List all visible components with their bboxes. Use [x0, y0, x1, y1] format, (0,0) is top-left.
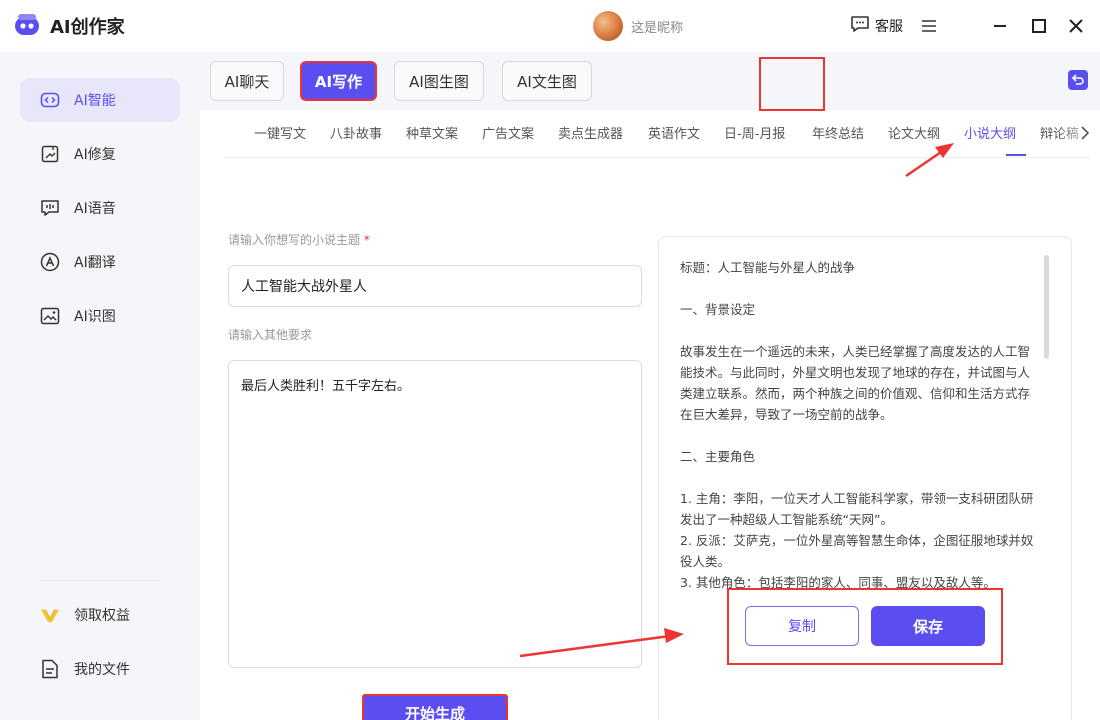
tab-ai-writing[interactable]: AI写作	[300, 61, 377, 101]
sidebar-item-ai-repair[interactable]: AI修复	[20, 132, 180, 176]
chat-bubble-icon	[850, 15, 870, 37]
vip-icon	[40, 605, 60, 625]
avatar[interactable]	[593, 11, 623, 41]
sidebar-item-label: AI修复	[74, 147, 116, 163]
image-repair-icon	[40, 144, 60, 164]
title-bar: AI创作家 这是昵称 客服	[0, 0, 1100, 52]
customer-service-button[interactable]: 客服	[850, 15, 903, 37]
customer-service-label: 客服	[875, 19, 903, 35]
sidebar-item-ai-translate[interactable]: AI翻译	[20, 240, 180, 284]
required-mark: *	[363, 233, 370, 247]
back-icon[interactable]	[1068, 70, 1088, 90]
sidebar-item-my-files[interactable]: 我的文件	[20, 647, 180, 691]
user-nickname[interactable]: 这是昵称	[631, 17, 683, 36]
topic-label-text: 请输入你想写的小说主题	[228, 233, 361, 247]
tab-ai-text-to-image[interactable]: AI文生图	[502, 61, 592, 101]
sidebar-divider	[40, 580, 160, 581]
sidebar-item-ai-voice[interactable]: AI语音	[20, 186, 180, 230]
sidebar-item-label: AI翻译	[74, 255, 116, 271]
result-list-item: 1. 主角：李阳，一位天才人工智能科学家，带领一支科研团队研发出了一种超级人工智…	[680, 491, 1034, 527]
sidebar-item-ai-smart[interactable]: AI智能	[20, 78, 180, 122]
voice-icon	[40, 198, 60, 218]
requirements-textarea[interactable]: 最后人类胜利！五千字左右。	[228, 360, 642, 668]
sidebar-item-ai-recognize[interactable]: AI识图	[20, 294, 180, 338]
result-text: 标题：人工智能与外星人的战争 一、背景设定 故事发生在一个遥远的未来，人类已经掌…	[680, 257, 1040, 593]
sidebar-item-claim-benefits[interactable]: 领取权益	[20, 593, 180, 637]
sidebar-item-label: AI智能	[74, 93, 116, 109]
copy-button[interactable]: 复制	[745, 606, 859, 646]
sidebar-item-label: AI语音	[74, 201, 116, 217]
highlight-box-subtab	[759, 57, 825, 111]
menu-icon[interactable]	[917, 14, 941, 38]
app-title: AI创作家	[50, 17, 125, 38]
translate-icon	[40, 252, 60, 272]
result-paragraph: 故事发生在一个遥远的未来，人类已经掌握了高度发达的人工智能技术。与此同时，外星文…	[680, 344, 1031, 422]
subtab-recommend-copy[interactable]: 种草文案	[406, 123, 458, 142]
start-generate-button[interactable]: 开始生成	[362, 694, 508, 720]
topic-input[interactable]	[228, 265, 642, 307]
topic-field-label: 请输入你想写的小说主题 *	[228, 231, 370, 248]
file-icon	[40, 659, 60, 679]
sub-tab-bar: 一键写文 八卦故事 种草文案 广告文案 卖点生成器 英语作文 日-周-月报 年终…	[224, 110, 1090, 158]
tab-ai-image-to-image[interactable]: AI图生图	[394, 61, 484, 101]
chevron-right-icon[interactable]	[1080, 126, 1090, 144]
subtab-reports[interactable]: 日-周-月报	[724, 123, 785, 142]
subtab-thesis-outline[interactable]: 论文大纲	[888, 123, 940, 142]
app-logo-icon	[12, 11, 42, 41]
subtab-gossip-story[interactable]: 八卦故事	[330, 123, 382, 142]
result-section-heading: 二、主要角色	[680, 449, 756, 464]
save-button[interactable]: 保存	[871, 606, 985, 646]
subtab-english-essay[interactable]: 英语作文	[648, 123, 700, 142]
subtab-selling-point-generator[interactable]: 卖点生成器	[558, 123, 623, 142]
subtab-ad-copy[interactable]: 广告文案	[482, 123, 534, 142]
result-scrollbar[interactable]	[1044, 255, 1049, 359]
sidebar: AI智能 AI修复 AI语音 AI翻译 AI识图 领取权益 我的文件	[0, 52, 200, 720]
subtab-one-click-write[interactable]: 一键写文	[254, 123, 306, 142]
maximize-icon[interactable]	[1027, 14, 1051, 38]
subtab-year-end-summary[interactable]: 年终总结	[812, 123, 864, 142]
sidebar-item-label: 领取权益	[74, 608, 130, 624]
result-title: 标题：人工智能与外星人的战争	[680, 260, 856, 275]
minimize-icon[interactable]	[988, 14, 1012, 38]
result-section-heading: 一、背景设定	[680, 302, 756, 317]
main-tab-bar: AI聊天 AI写作 AI图生图 AI文生图	[200, 52, 1100, 110]
tab-ai-chat[interactable]: AI聊天	[210, 61, 284, 101]
requirements-field-label: 请输入其他要求	[228, 328, 313, 342]
sidebar-item-label: 我的文件	[74, 662, 130, 678]
sidebar-item-label: AI识图	[74, 309, 116, 325]
image-recognize-icon	[40, 306, 60, 326]
subtab-novel-outline[interactable]: 小说大纲	[964, 123, 1016, 142]
subtab-active-indicator	[1006, 154, 1026, 156]
close-icon[interactable]	[1064, 14, 1088, 38]
ai-chat-icon	[40, 90, 60, 110]
result-list-item: 2. 反派：艾萨克，一位外星高等智慧生命体，企图征服地球并奴役人类。	[680, 533, 1034, 569]
